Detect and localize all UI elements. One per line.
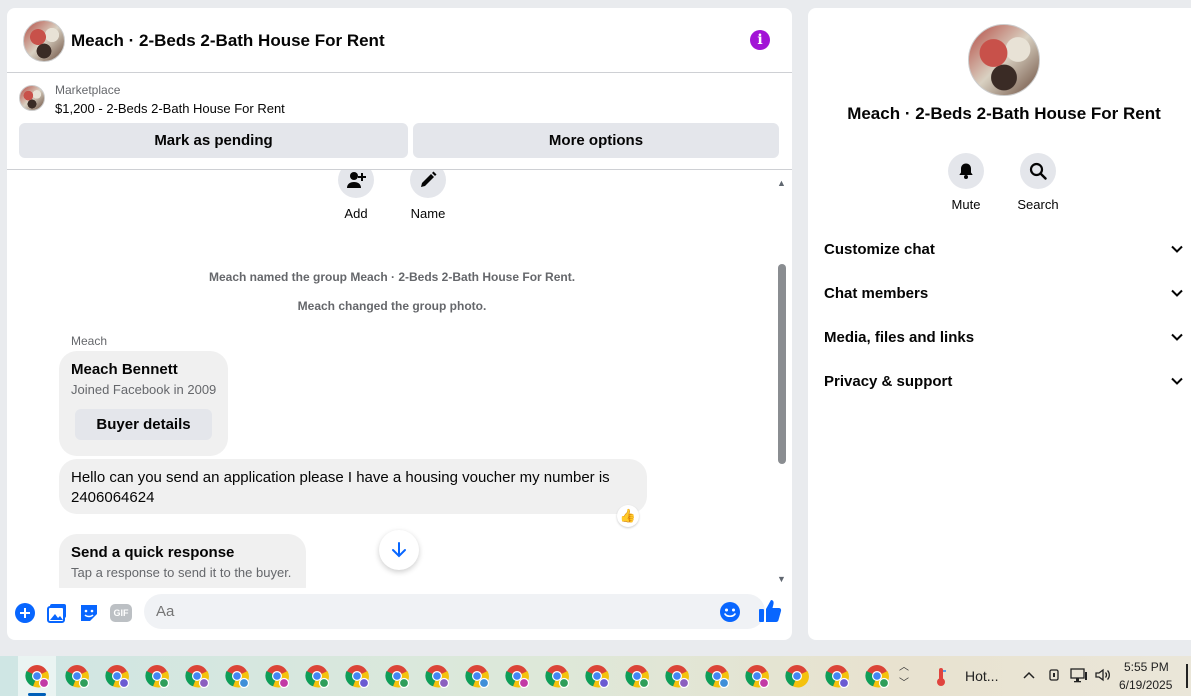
marketplace-bar: Marketplace $1,200 - 2-Beds 2-Bath House…	[7, 73, 792, 170]
plus-icon[interactable]	[14, 602, 36, 624]
chrome-browser-icon[interactable]	[705, 664, 729, 688]
mark-as-pending-button[interactable]: Mark as pending	[19, 123, 408, 158]
gif-icon[interactable]: GIF	[110, 604, 132, 622]
section-label: Privacy & support	[824, 372, 953, 390]
add-label: Add	[344, 206, 368, 221]
quick-response-card[interactable]: Send a quick response Tap a response to …	[59, 534, 306, 588]
chevron-down-icon	[1171, 289, 1183, 297]
message-input[interactable]	[144, 594, 765, 629]
message-bubble[interactable]: Hello can you send an application please…	[59, 459, 647, 514]
chevron-up-icon[interactable]	[1021, 667, 1037, 688]
section-label: Chat members	[824, 284, 929, 302]
scroll-down-arrow-icon[interactable]: ▼	[777, 574, 786, 584]
media-files-links-section[interactable]: Media, files and links	[824, 315, 1184, 359]
weather-text[interactable]: Hot...	[965, 668, 998, 684]
chrome-browser-icon[interactable]	[465, 664, 489, 688]
quick-response-title: Send a quick response	[71, 544, 235, 561]
image-icon[interactable]	[46, 602, 68, 624]
name-label: Name	[410, 206, 446, 221]
more-options-button[interactable]: More options	[413, 123, 779, 158]
chrome-browser-icon[interactable]	[185, 664, 209, 688]
network-icon[interactable]	[1046, 667, 1062, 688]
chrome-browser-icon[interactable]	[145, 664, 169, 688]
system-message: Meach named the group Meach · 2-Beds 2-B…	[208, 270, 576, 284]
search-label: Search	[1017, 197, 1059, 212]
search-icon	[1020, 153, 1056, 189]
section-label: Media, files and links	[824, 328, 975, 346]
pencil-icon	[410, 170, 446, 198]
scroll-to-bottom-button[interactable]	[379, 530, 419, 570]
chat-members-section[interactable]: Chat members	[824, 271, 1184, 315]
chrome-browser-icon[interactable]	[545, 664, 569, 688]
chrome-browser-icon[interactable]	[865, 664, 889, 688]
bell-icon	[948, 153, 984, 189]
add-person-icon	[338, 170, 374, 198]
info-title: Meach · 2-Beds 2-Bath House For Rent	[847, 104, 1161, 123]
name-group-button[interactable]: Name	[398, 170, 458, 221]
chrome-browser-icon[interactable]	[305, 664, 329, 688]
chat-header: Meach · 2-Beds 2-Bath House For Rent i	[7, 8, 792, 73]
composer: GIF	[7, 592, 792, 640]
customize-chat-section[interactable]: Customize chat	[824, 227, 1184, 271]
chrome-browser-icon[interactable]	[785, 664, 809, 688]
buyer-name: Meach Bennett	[71, 361, 178, 378]
thermometer-icon[interactable]	[934, 667, 948, 687]
chrome-browser-icon[interactable]	[425, 664, 449, 688]
group-photo[interactable]	[968, 24, 1040, 96]
scroll-thumb[interactable]	[778, 264, 786, 464]
listing-thumbnail[interactable]	[19, 85, 45, 111]
chrome-browser-icon[interactable]	[25, 664, 49, 688]
chrome-browser-icon[interactable]	[105, 664, 129, 688]
chrome-browser-icon[interactable]	[825, 664, 849, 688]
quick-response-subtitle: Tap a response to send it to the buyer.	[71, 565, 292, 580]
buyer-card: Meach Bennett Joined Facebook in 2009 Bu…	[59, 351, 228, 456]
marketplace-label: Marketplace	[55, 83, 121, 97]
clock-date[interactable]: 6/19/2025	[1119, 678, 1172, 692]
chrome-browser-icon[interactable]	[505, 664, 529, 688]
chrome-browser-icon[interactable]	[385, 664, 409, 688]
sticker-icon[interactable]	[78, 602, 100, 624]
chat-panel: Meach · 2-Beds 2-Bath House For Rent i M…	[7, 8, 792, 640]
display-icon[interactable]	[1070, 667, 1088, 688]
search-button[interactable]: Search	[1008, 153, 1068, 212]
mute-label: Mute	[951, 197, 981, 212]
chrome-browser-icon[interactable]	[665, 664, 689, 688]
chevron-down-icon	[1171, 245, 1183, 253]
chrome-browser-icon[interactable]	[745, 664, 769, 688]
buyer-details-button[interactable]: Buyer details	[75, 409, 212, 440]
chevron-down-icon	[1171, 377, 1183, 385]
chevron-down-icon	[1171, 333, 1183, 341]
message-text: Hello can you send an application please…	[71, 469, 610, 506]
chat-info-panel: Meach · 2-Beds 2-Bath House For Rent Mut…	[808, 8, 1191, 640]
buyer-joined: Joined Facebook in 2009	[71, 382, 217, 397]
mute-button[interactable]: Mute	[936, 153, 996, 212]
add-people-button[interactable]: Add	[326, 170, 386, 221]
taskbar-scroll-chevrons[interactable]: ︿ ﹀	[899, 660, 909, 692]
emoji-icon[interactable]	[719, 601, 741, 623]
listing-title[interactable]: $1,200 - 2-Beds 2-Bath House For Rent	[55, 101, 285, 116]
chrome-browser-icon[interactable]	[345, 664, 369, 688]
info-icon[interactable]: i	[750, 30, 770, 50]
chrome-browser-icon[interactable]	[65, 664, 89, 688]
volume-icon[interactable]	[1094, 667, 1112, 688]
chrome-browser-icon[interactable]	[225, 664, 249, 688]
privacy-support-section[interactable]: Privacy & support	[824, 359, 1184, 403]
sender-name: Meach	[71, 334, 108, 348]
chrome-browser-icon[interactable]	[265, 664, 289, 688]
show-desktop-edge[interactable]	[1186, 664, 1188, 688]
group-avatar[interactable]	[23, 20, 65, 62]
arrow-down-icon	[392, 542, 406, 558]
message-scrollbar[interactable]: ▲ ▼	[775, 178, 789, 588]
thumbs-up-icon[interactable]	[757, 598, 783, 624]
system-message: Meach changed the group photo.	[297, 299, 487, 313]
clock-time[interactable]: 5:55 PM	[1124, 660, 1169, 674]
message-list[interactable]: Add Name Meach named the group Meach · 2…	[7, 170, 792, 588]
scroll-up-arrow-icon[interactable]: ▲	[777, 178, 786, 188]
taskbar: ︿ ﹀ Hot... 5:55 PM 6/19/2025	[0, 656, 1191, 696]
chat-title[interactable]: Meach · 2-Beds 2-Bath House For Rent	[71, 31, 385, 51]
section-label: Customize chat	[824, 240, 935, 258]
thumbs-up-reaction[interactable]: 👍	[617, 505, 639, 527]
chrome-browser-icon[interactable]	[585, 664, 609, 688]
chrome-browser-icon[interactable]	[625, 664, 649, 688]
